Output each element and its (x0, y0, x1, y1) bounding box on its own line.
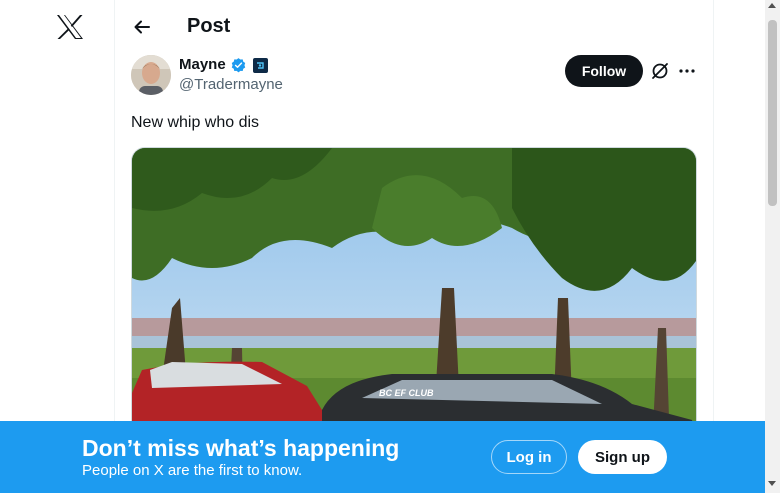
scroll-up-icon[interactable] (768, 3, 776, 8)
post-header: Post (115, 0, 715, 53)
x-logo-icon[interactable] (56, 14, 84, 40)
affiliate-badge-icon[interactable] (252, 57, 268, 73)
banner-subtitle: People on X are the first to know. (82, 462, 303, 479)
post-image[interactable]: BC EF CLUB (131, 147, 697, 447)
login-button[interactable]: Log in (491, 440, 567, 474)
author-name-line: Mayne (179, 56, 268, 74)
author-name[interactable]: Mayne (179, 56, 226, 74)
grok-icon[interactable] (650, 61, 670, 81)
left-rail (0, 0, 115, 493)
banner-title: Don’t miss what’s happening (82, 435, 400, 461)
back-button[interactable] (129, 14, 155, 40)
page-title: Post (187, 15, 231, 37)
page: Post Mayne @Tradermayne Follow New whip … (0, 0, 780, 493)
post-text: New whip who dis (131, 114, 260, 131)
avatar[interactable] (131, 55, 171, 95)
author-handle[interactable]: @Tradermayne (179, 76, 283, 94)
image-banner-text: BC EF CLUB (379, 388, 434, 398)
scroll-thumb[interactable] (768, 20, 777, 206)
verified-badge-icon (231, 57, 245, 72)
main-column: Post Mayne @Tradermayne Follow New whip … (114, 0, 714, 493)
follow-button[interactable]: Follow (565, 55, 643, 87)
scrollbar[interactable] (765, 0, 780, 493)
scroll-down-icon[interactable] (768, 481, 776, 486)
more-icon (679, 69, 695, 73)
post-author: Mayne @Tradermayne Follow (131, 55, 699, 97)
signup-banner: Don’t miss what’s happening People on X … (0, 421, 765, 493)
signup-button[interactable]: Sign up (578, 440, 667, 474)
more-button[interactable] (676, 61, 698, 81)
arrow-left-icon (134, 20, 150, 34)
